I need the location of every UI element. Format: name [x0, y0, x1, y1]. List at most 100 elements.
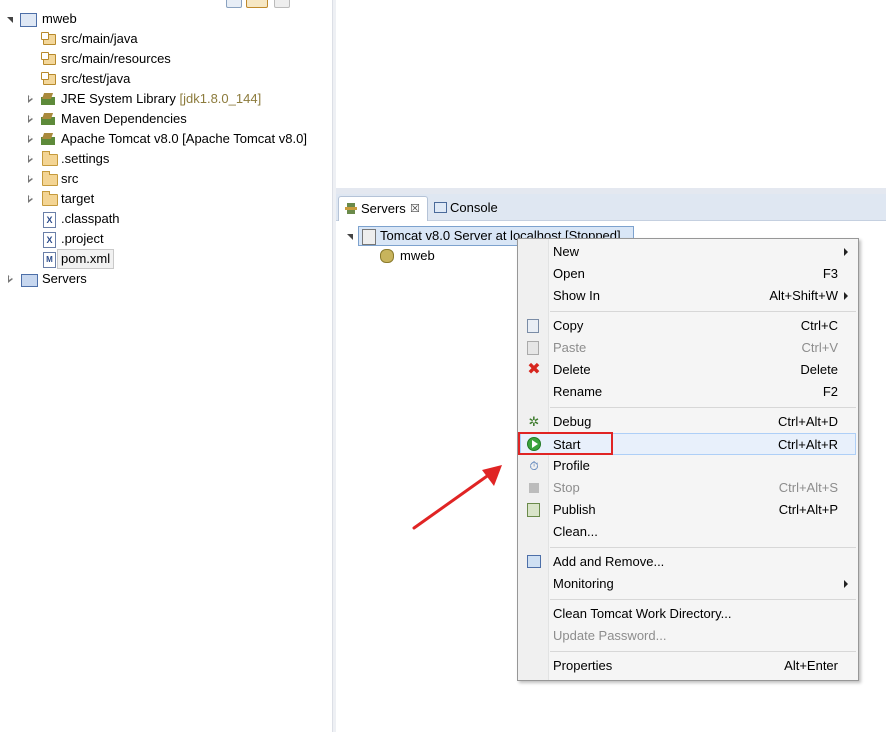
tab-label: Console — [450, 200, 498, 215]
expand-down-icon[interactable] — [346, 226, 356, 246]
menu-label: Show In — [553, 288, 600, 303]
menu-item-monitoring[interactable]: Monitoring — [520, 573, 856, 595]
menu-item-delete[interactable]: ✖ Delete Delete — [520, 359, 856, 381]
menu-item-debug[interactable]: ✲ Debug Ctrl+Alt+D — [520, 411, 856, 433]
jdk-version-label: [jdk1.8.0_144] — [179, 91, 262, 106]
folder-icon — [42, 151, 58, 166]
add-remove-icon — [527, 555, 541, 568]
link-with-editor-icon[interactable] — [246, 0, 268, 8]
collapse-all-icon[interactable] — [226, 0, 242, 8]
tree-item-label: src — [61, 171, 79, 186]
menu-item-properties[interactable]: Properties Alt+Enter — [520, 655, 856, 677]
expand-right-icon[interactable] — [6, 269, 16, 289]
menu-item-paste[interactable]: Paste Ctrl+V — [520, 337, 856, 359]
console-icon — [434, 202, 447, 213]
menu-item-publish[interactable]: Publish Ctrl+Alt+P — [520, 499, 856, 521]
menu-item-new[interactable]: New — [520, 241, 856, 263]
tree-item-label: pom.xml — [57, 249, 115, 269]
editor-area — [336, 0, 886, 188]
server-icon — [362, 229, 376, 245]
menu-label: Delete — [553, 362, 591, 377]
tree-item-label: .settings — [61, 151, 110, 166]
menu-shortcut: F2 — [822, 384, 838, 399]
tab-console[interactable]: Console — [428, 196, 508, 220]
menu-item-update-password[interactable]: Update Password... — [520, 625, 856, 647]
menu-shortcut: Ctrl+Alt+S — [778, 480, 838, 495]
menu-item-add-remove[interactable]: Add and Remove... — [520, 551, 856, 573]
annotation-arrow — [412, 465, 502, 530]
tree-item-label: .project — [61, 231, 104, 246]
view-tabbar: Servers ☒ Console — [336, 194, 886, 221]
expand-down-icon[interactable] — [6, 9, 16, 29]
menu-item-stop[interactable]: Stop Ctrl+Alt+S — [520, 477, 856, 499]
menu-label: Publish — [553, 502, 596, 517]
tree-item-label: src/test/java — [61, 71, 131, 86]
menu-label: Stop — [553, 480, 580, 495]
stop-icon — [529, 483, 539, 493]
tab-servers[interactable]: Servers ☒ — [338, 196, 428, 221]
menu-item-rename[interactable]: Rename F2 — [520, 381, 856, 403]
library-icon — [41, 113, 55, 125]
package-folder-icon — [41, 72, 56, 85]
menu-shortcut: Alt+Shift+W — [769, 288, 838, 303]
submenu-arrow-icon — [844, 248, 848, 256]
menu-label: Profile — [553, 458, 590, 473]
project-explorer: mweb src/main/java src/main/resources sr… — [0, 0, 332, 732]
delete-icon: ✖ — [527, 361, 541, 378]
tree-item-label: mweb — [42, 11, 77, 26]
tree-item-jre-system-library[interactable]: JRE System Library [jdk1.8.0_144] — [26, 89, 326, 109]
menu-label: Monitoring — [553, 576, 614, 591]
package-folder-icon — [41, 52, 56, 65]
xml-file-icon: X — [43, 232, 56, 248]
context-menu: New Open F3 Show In Alt+Shift+W Copy Ctr… — [517, 238, 859, 681]
expand-right-icon[interactable] — [26, 89, 36, 109]
publish-icon — [527, 503, 540, 517]
menu-separator — [550, 599, 856, 600]
close-icon[interactable]: ☒ — [410, 197, 420, 221]
menu-label: Paste — [553, 340, 587, 355]
tree-item-label: .classpath — [61, 211, 120, 226]
menu-separator — [550, 547, 856, 548]
tree-item-label: Servers — [42, 271, 87, 286]
menu-label: Clean Tomcat Work Directory... — [553, 606, 732, 621]
expand-right-icon[interactable] — [26, 169, 36, 189]
menu-item-copy[interactable]: Copy Ctrl+C — [520, 315, 856, 337]
menu-label: Properties — [553, 658, 613, 673]
menu-shortcut: Ctrl+Alt+R — [778, 437, 838, 452]
menu-item-open[interactable]: Open F3 — [520, 263, 856, 285]
expand-right-icon[interactable] — [26, 189, 36, 209]
menu-separator — [550, 651, 856, 652]
menu-shortcut: Ctrl+V — [801, 340, 838, 355]
menu-label: New — [553, 244, 580, 259]
menu-shortcut: Ctrl+Alt+D — [778, 414, 838, 429]
tab-label: Servers — [361, 201, 406, 216]
menu-separator — [550, 311, 856, 312]
menu-label: Update Password... — [553, 628, 667, 643]
folder-icon — [42, 171, 58, 186]
explorer-toolbar — [222, 0, 302, 10]
maven-file-icon: M — [43, 252, 56, 268]
folder-icon — [42, 191, 58, 206]
module-label: mweb — [400, 248, 435, 263]
library-icon — [41, 93, 55, 105]
menu-label: Open — [553, 266, 585, 281]
menu-item-show-in[interactable]: Show In Alt+Shift+W — [520, 285, 856, 307]
tree-item-label: src/main/java — [61, 31, 138, 46]
highlight-box — [518, 432, 613, 455]
expand-right-icon[interactable] — [26, 109, 36, 129]
menu-item-profile[interactable]: ⏱ Profile — [520, 455, 856, 477]
menu-shortcut: Alt+Enter — [784, 658, 838, 673]
tree-item-label: JRE System Library [jdk1.8.0_144] — [61, 91, 262, 106]
servers-folder-icon — [21, 274, 38, 287]
menu-label: Rename — [553, 384, 603, 399]
menu-item-clean[interactable]: Clean... — [520, 521, 856, 543]
servers-icon — [345, 203, 357, 214]
expand-right-icon[interactable] — [26, 149, 36, 169]
menu-item-clean-work-dir[interactable]: Clean Tomcat Work Directory... — [520, 603, 856, 625]
menu-label: Debug — [553, 414, 592, 429]
view-menu-icon[interactable] — [274, 0, 290, 8]
paste-icon — [527, 341, 539, 355]
library-icon — [41, 133, 55, 145]
expand-right-icon[interactable] — [26, 129, 36, 149]
tree-item-label: Maven Dependencies — [61, 111, 187, 126]
